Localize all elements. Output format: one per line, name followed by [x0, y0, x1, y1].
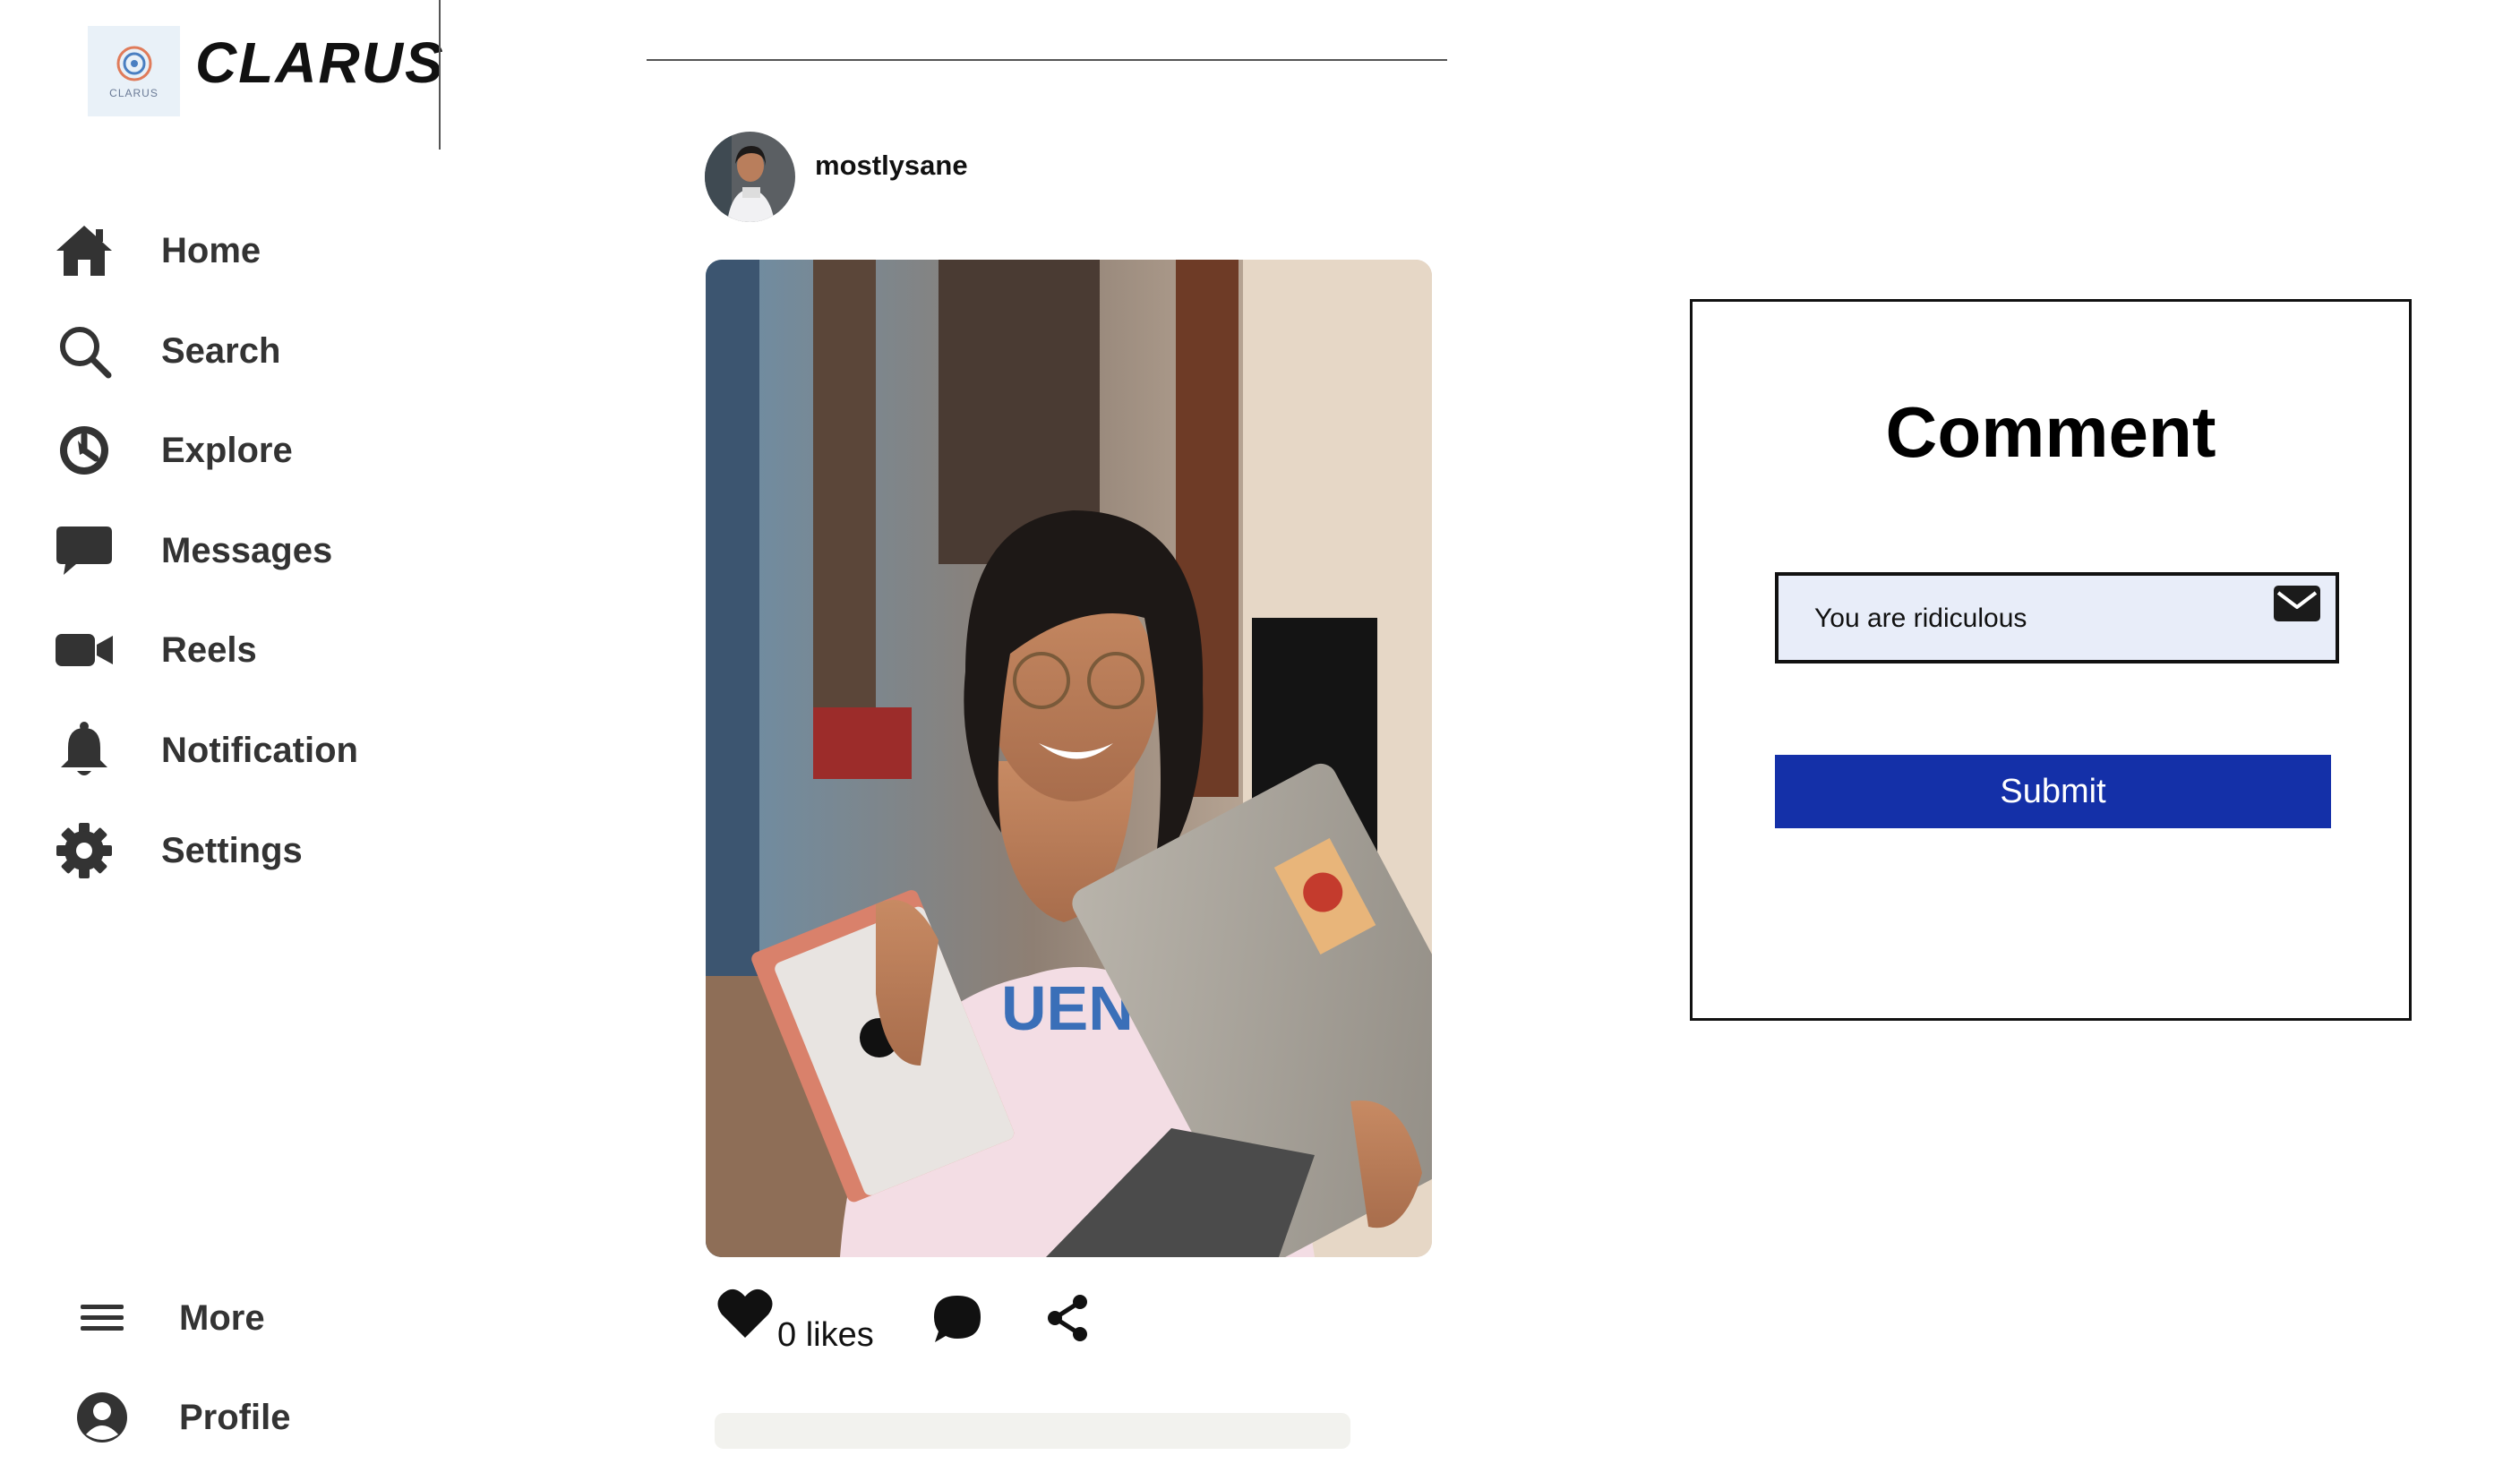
- sidebar-divider: [439, 0, 441, 150]
- home-icon: [52, 218, 116, 283]
- compass-icon: [52, 418, 116, 483]
- sidebar-item-reels[interactable]: Reels: [52, 614, 257, 686]
- sidebar-item-label: Reels: [161, 629, 257, 670]
- sidebar-item-messages[interactable]: Messages: [52, 515, 332, 586]
- comment-icon[interactable]: [931, 1293, 983, 1349]
- sidebar-item-label: More: [179, 1297, 265, 1338]
- post-username[interactable]: mostlysane: [815, 150, 968, 182]
- bell-icon: [52, 718, 116, 783]
- sidebar-item-explore[interactable]: Explore: [52, 415, 293, 486]
- sidebar-item-label: Search: [161, 330, 281, 371]
- logo-caption: CLARUS: [109, 86, 159, 99]
- sidebar-item-more[interactable]: More: [70, 1282, 265, 1354]
- sidebar-item-profile[interactable]: Profile: [70, 1382, 290, 1453]
- chat-bubble-icon: [52, 518, 116, 583]
- sidebar-item-label: Home: [161, 230, 261, 270]
- comment-preview-bar[interactable]: [715, 1413, 1350, 1449]
- comment-panel-title: Comment: [1885, 392, 2216, 472]
- sidebar-item-notification[interactable]: Notification: [52, 715, 358, 786]
- user-circle-icon: [70, 1385, 134, 1450]
- feed-top-divider: [647, 59, 1447, 61]
- mail-icon[interactable]: [2273, 585, 2321, 627]
- sidebar-item-home[interactable]: Home: [52, 215, 261, 287]
- hamburger-icon: [70, 1286, 134, 1350]
- share-icon[interactable]: [1042, 1293, 1093, 1348]
- post-image[interactable]: UENC: [706, 260, 1432, 1257]
- post-header: mostlysane: [705, 132, 968, 222]
- sidebar-item-label: Profile: [179, 1397, 291, 1437]
- sidebar-item-label: Explore: [161, 430, 293, 470]
- globe-logo-icon: [116, 46, 151, 81]
- like-heart-icon[interactable]: [716, 1286, 774, 1344]
- sidebar-item-label: Settings: [161, 830, 303, 870]
- comment-input-wrapper: [1775, 572, 2339, 663]
- submit-button[interactable]: Submit: [1775, 755, 2331, 828]
- likes-count: 0 likes: [777, 1316, 874, 1354]
- sidebar-item-search[interactable]: Search: [52, 315, 280, 387]
- video-camera-icon: [52, 618, 116, 682]
- app-logo[interactable]: CLARUS: [88, 26, 180, 116]
- sidebar-item-settings[interactable]: Settings: [52, 815, 303, 886]
- brand-name: CLARUS: [195, 30, 445, 95]
- sidebar-item-label: Notification: [161, 730, 358, 770]
- comment-input[interactable]: [1814, 599, 2262, 638]
- sidebar-item-label: Messages: [161, 530, 333, 570]
- comment-panel: Comment Submit: [1690, 299, 2412, 1021]
- gear-icon: [52, 818, 116, 883]
- avatar[interactable]: [705, 132, 795, 222]
- search-icon: [52, 319, 116, 383]
